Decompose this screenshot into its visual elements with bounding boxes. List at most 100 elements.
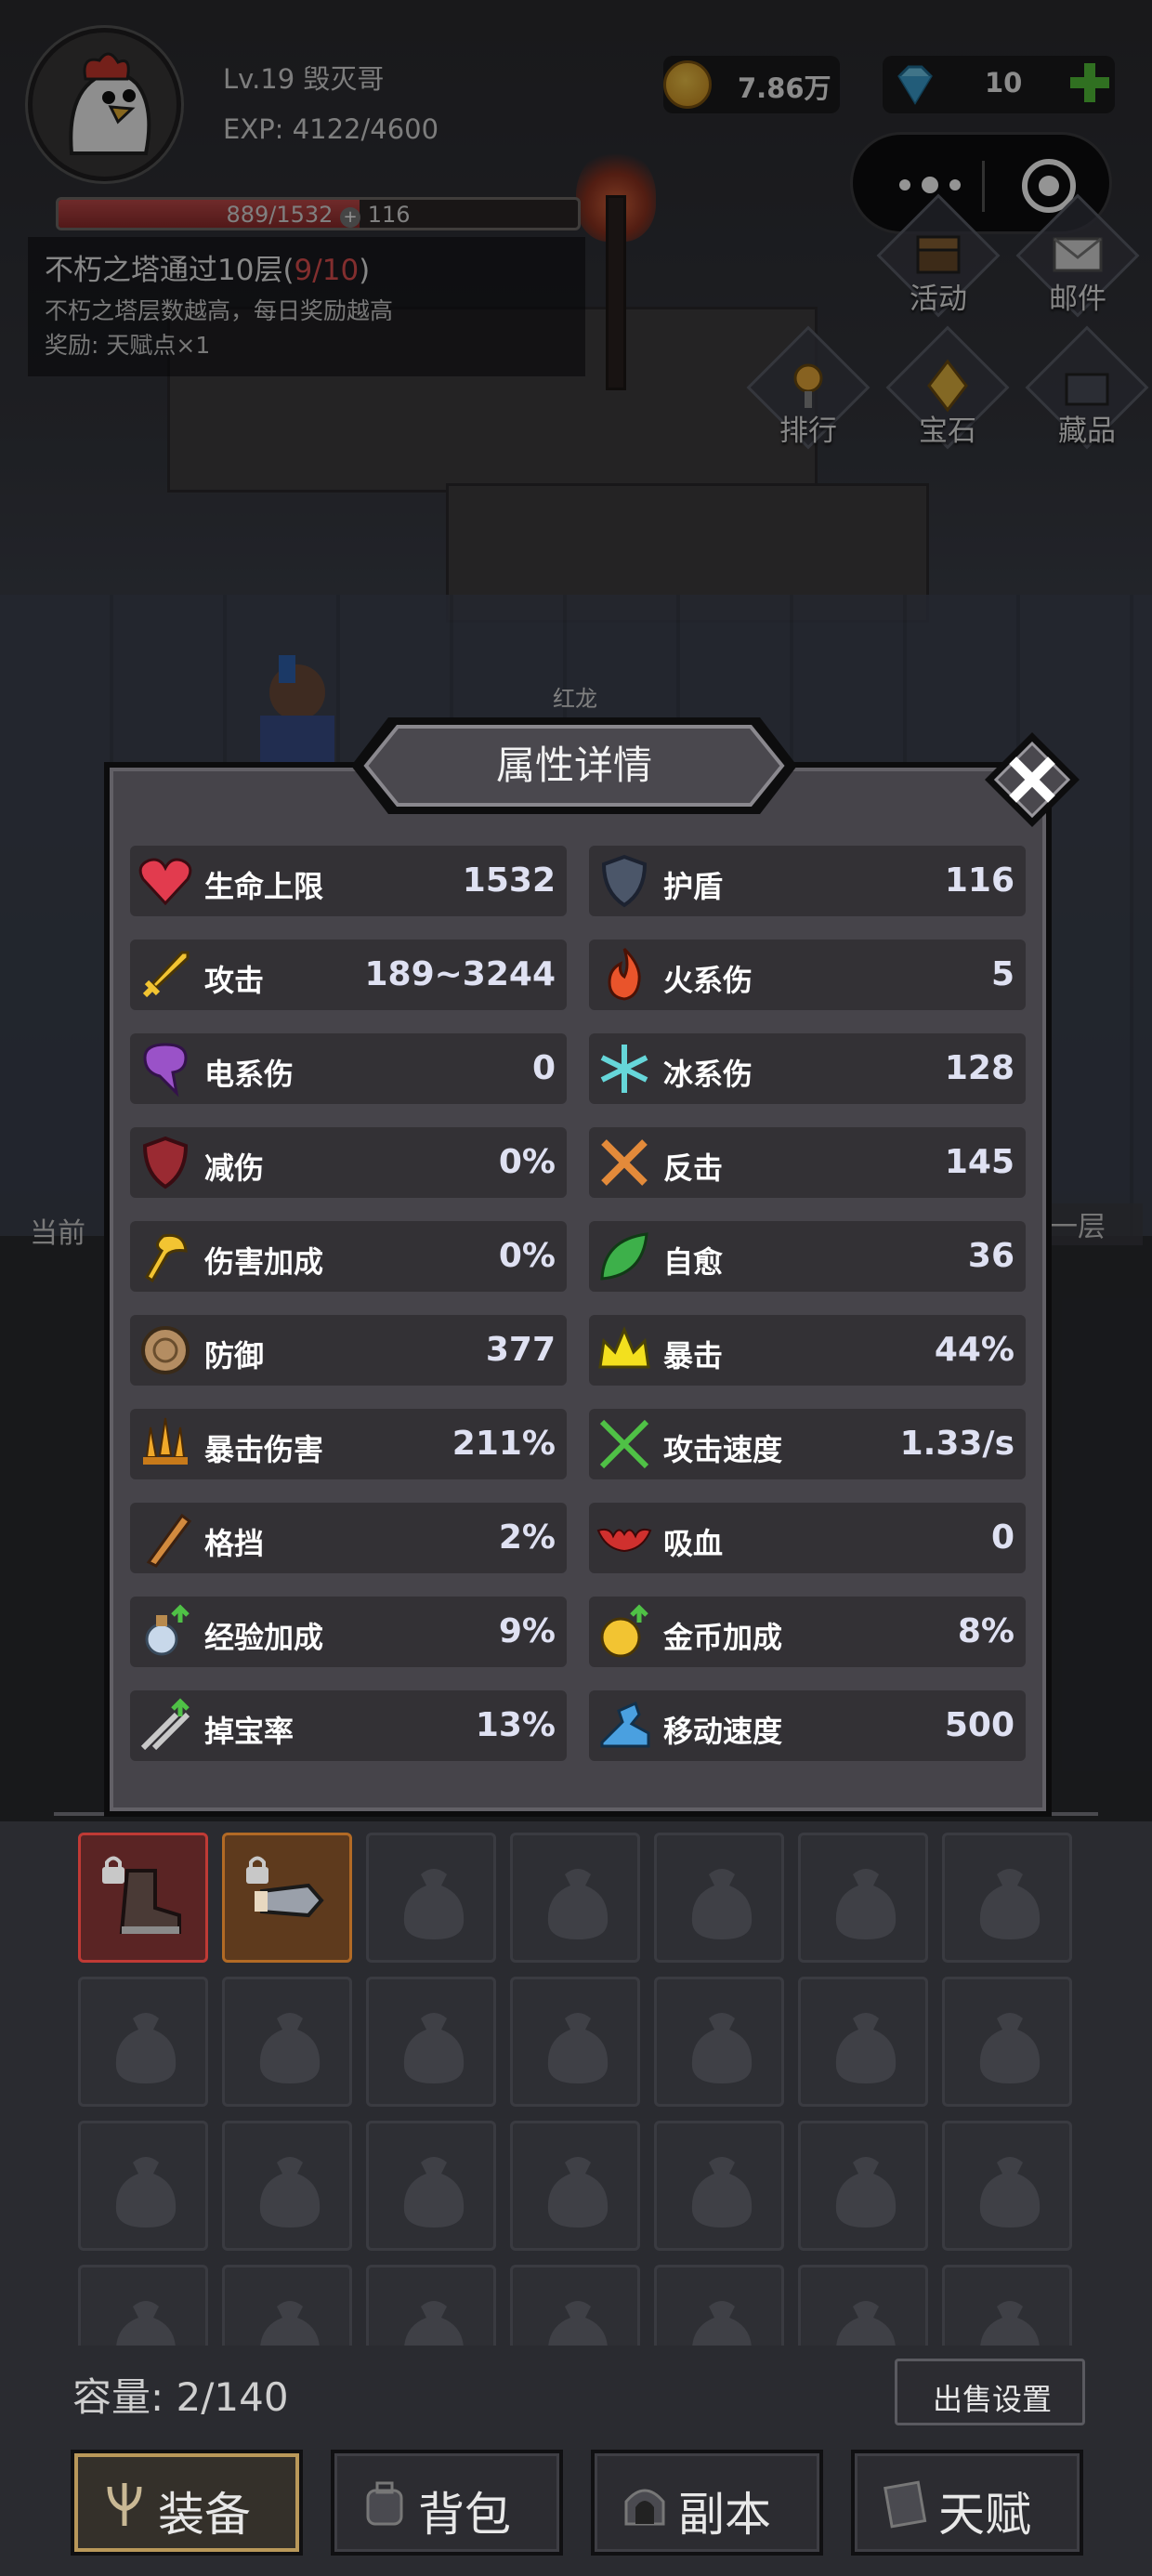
stat-value: 8% [957,1612,1015,1650]
bag-placeholder-icon [835,2013,897,2083]
stat-name: 格挡 [204,1526,265,1561]
inventory-slot[interactable] [654,2121,784,2251]
stat-cell: 掉宝率 13% [130,1690,567,1761]
close-icon[interactable] [981,729,1083,831]
inventory-slot[interactable] [654,2265,784,2346]
inventory-slot[interactable] [942,2121,1072,2251]
inventory-slot[interactable] [654,1977,784,2107]
nav-backpack[interactable]: 背包 [331,2450,563,2556]
bag-placeholder-icon [404,2301,464,2346]
stat-name: 攻击速度 [663,1432,783,1467]
inventory-slot[interactable] [510,2265,640,2346]
snowflake-icon [600,1045,648,1093]
inventory-grid [78,1833,1078,2346]
round-shield-icon [141,1326,190,1374]
nav-equipment[interactable]: 装备 [71,2450,303,2556]
stat-cell: 攻击速度 1.33/s [589,1409,1026,1479]
stat-cell: 经验加成 9% [130,1597,567,1667]
potion-icon [145,1604,190,1656]
stat-value: 44% [934,1331,1015,1369]
stat-row: 电系伤 0 冰系伤 128 [130,1033,1027,1104]
inventory-slot[interactable] [510,1977,640,2107]
stat-name: 电系伤 [204,1057,295,1092]
blades-icon [143,1417,188,1465]
stat-name: 暴击伤害 [204,1432,324,1467]
stat-row: 掉宝率 13% 移动速度 500 [130,1690,1027,1761]
inventory-slot[interactable] [366,1977,496,2107]
stat-name: 吸血 [663,1526,724,1561]
stat-row: 生命上限 1532 护盾 116 [130,846,1027,916]
inventory-slot[interactable] [78,2121,208,2251]
inventory-slot[interactable] [510,1833,640,1963]
inventory-slot[interactable] [78,2265,208,2346]
stat-name: 掉宝率 [204,1714,295,1749]
leaf-icon [600,1232,648,1281]
stat-value: 377 [485,1331,556,1369]
stat-name: 攻击 [204,963,265,998]
inventory-slot[interactable] [366,1833,496,1963]
inventory-slot[interactable] [798,2265,928,2346]
stat-cell: 吸血 0 [589,1503,1026,1573]
inventory-slot[interactable] [942,1833,1072,1963]
loot-icon [140,1698,190,1751]
dungeon-gate-icon [624,2489,665,2526]
bag-placeholder-icon [116,2301,176,2346]
stat-name: 伤害加成 [204,1244,324,1280]
nav-dungeon-label: 副本 [678,2488,771,2542]
nav-dungeon[interactable]: 副本 [591,2450,823,2556]
bag-placeholder-icon [260,2301,320,2346]
crossed-swords-icon [601,1139,648,1186]
inventory-slot[interactable] [798,1833,928,1963]
bag-placeholder-icon [691,2013,753,2083]
inventory-slot[interactable] [366,2265,496,2346]
inventory-slot[interactable] [78,1977,208,2107]
stat-value: 189~3244 [364,955,556,993]
sell-settings-button[interactable]: 出售设置 [895,2359,1085,2425]
inventory-slot[interactable] [798,2121,928,2251]
stat-value: 9% [498,1612,556,1650]
stat-name: 防御 [204,1338,265,1373]
stat-cell: 金币加成 8% [589,1597,1026,1667]
bag-placeholder-icon [115,2157,177,2228]
stat-row: 伤害加成 0% 自愈 36 [130,1221,1027,1292]
stat-name: 经验加成 [204,1620,324,1655]
inventory-slot[interactable] [942,1977,1072,2107]
inventory-slot[interactable] [222,2265,352,2346]
shield-icon [601,854,648,908]
stat-value: 5 [990,955,1015,993]
stat-value: 0% [498,1143,556,1181]
bag-placeholder-icon [403,2013,465,2083]
inventory-slot[interactable] [510,2121,640,2251]
stat-value: 145 [944,1143,1015,1181]
bag-placeholder-icon [979,1869,1041,1939]
damage-reduction-icon [142,1136,189,1189]
stat-name: 反击 [663,1150,724,1186]
bag-placeholder-icon [835,2157,897,2228]
stat-value: 500 [944,1706,1015,1744]
inventory-slot[interactable] [654,1833,784,1963]
nav-talent-label: 天赋 [938,2488,1031,2542]
stat-cell: 移动速度 500 [589,1690,1026,1761]
stat-cell: 伤害加成 0% [130,1221,567,1292]
inventory-slot[interactable] [222,1977,352,2107]
boot-icon [600,1701,650,1748]
trident-icon [107,2483,142,2526]
inventory-slot[interactable] [222,2121,352,2251]
bag-placeholder-icon [836,2301,896,2346]
nav-talent[interactable]: 天赋 [851,2450,1083,2556]
stat-value: 1.33/s [899,1425,1015,1463]
stat-value: 36 [967,1237,1015,1275]
lock-icon [246,1856,268,1884]
inventory-slot[interactable] [798,1977,928,2107]
stat-name: 减伤 [204,1150,265,1186]
inventory-slot[interactable] [222,1833,352,1963]
bag-placeholder-icon [692,2301,752,2346]
bag-placeholder-icon [835,1869,897,1939]
bag-placeholder-icon [547,2013,609,2083]
modal-title: 属性详情 [495,743,652,788]
inventory-slot[interactable] [942,2265,1072,2346]
inventory-slot[interactable] [78,1833,208,1963]
bag-placeholder-icon [403,1869,465,1939]
inventory-slot[interactable] [366,2121,496,2251]
fire-icon [608,947,641,1001]
